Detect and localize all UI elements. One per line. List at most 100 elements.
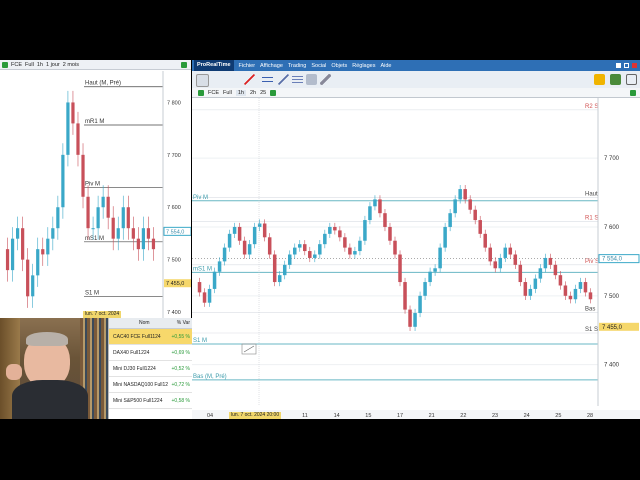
menu-item-1[interactable]: Affichage <box>260 63 283 69</box>
date-tick-label: 23 <box>492 413 498 419</box>
left-candle-body <box>141 228 146 250</box>
ruler-icon[interactable] <box>306 74 317 85</box>
eraser-icon[interactable] <box>320 74 331 85</box>
price-tick-label: 7 400 <box>604 363 620 369</box>
watchlist-row[interactable]: DAX40 Full1224 +0,69 % <box>109 345 192 361</box>
main-candlestick-chart[interactable]: R2 S Haut Piv M R1 S Piv S mS1 M Bas S1 S S1 M Ba… <box>192 98 640 419</box>
candle-body <box>553 264 558 276</box>
menu-item-3[interactable]: Social <box>311 63 326 69</box>
refresh-icon[interactable] <box>630 89 636 96</box>
left-candle-body <box>91 228 95 230</box>
candle-body <box>453 199 457 214</box>
chart-timeframe-2[interactable]: 2h <box>250 90 256 96</box>
left-candle-body <box>36 249 40 276</box>
left-candle-body <box>10 238 15 271</box>
watchlist-row[interactable]: Mini S&P500 Full1224 +0,58 % <box>109 393 192 409</box>
minimize-icon[interactable] <box>616 63 621 68</box>
menu-item-6[interactable]: Aide <box>380 63 391 69</box>
close-icon[interactable] <box>632 63 637 68</box>
level-label: Bas <box>585 306 595 312</box>
left-mode[interactable]: Full <box>25 62 34 68</box>
candle-body <box>583 282 588 293</box>
candle-body <box>252 226 257 245</box>
alert-icon[interactable] <box>594 74 605 85</box>
main-cursor-date: lun. 7 oct. 2024 20:00 <box>229 412 282 419</box>
candle-body <box>473 209 477 221</box>
level-label: Piv M <box>193 195 208 201</box>
candle-body <box>568 295 573 300</box>
candle-body <box>498 257 503 269</box>
chart-units[interactable]: 25 <box>260 90 266 96</box>
refresh-icon[interactable] <box>181 61 187 68</box>
watchlist-row-change: +0,52 % <box>171 365 191 372</box>
candle-body <box>483 233 487 248</box>
candle-body <box>267 237 272 255</box>
left-period[interactable]: 1 jour <box>46 62 60 68</box>
candle-body <box>578 282 583 289</box>
watchlist-row-name: DAX40 Full1224 <box>113 349 150 356</box>
zoom-icon[interactable] <box>226 74 237 85</box>
menu-item-2[interactable]: Trading <box>288 63 306 69</box>
watchlist-col-name[interactable]: Nom <box>109 320 177 326</box>
candle-body <box>353 251 357 255</box>
menu-item-5[interactable]: Réglages <box>352 63 375 69</box>
menu-item-0[interactable]: Fichier <box>239 63 256 69</box>
date-tick-label: 22 <box>460 413 466 419</box>
watchlist-row[interactable]: CAC40 FCE Full1124 +0,55 % <box>109 329 192 345</box>
watchlist-row[interactable]: Mini NASDAQ100 Full12 +0,72 % <box>109 377 192 393</box>
left-chart-background <box>0 71 191 343</box>
app-brand: ProRealTime <box>194 60 234 71</box>
indicator-icon[interactable] <box>270 89 277 96</box>
fibonacci-icon[interactable] <box>262 74 273 85</box>
chart-timeframe-1[interactable]: 1h <box>235 89 246 96</box>
candle-body <box>408 309 412 327</box>
price-tick-label: 7 600 <box>604 225 620 231</box>
trendline-icon[interactable] <box>244 74 255 85</box>
chart-mode[interactable]: Full <box>223 90 232 96</box>
candle-body <box>573 288 578 300</box>
layout-icon[interactable] <box>626 74 637 85</box>
candle-body <box>318 244 322 255</box>
cursor-icon[interactable] <box>196 74 209 87</box>
left-candle-body <box>71 102 75 124</box>
candle-body <box>338 230 342 238</box>
date-tick-label: 14 <box>334 413 340 419</box>
left-timeframe[interactable]: 1h <box>37 62 43 68</box>
candle-body <box>478 220 482 234</box>
left-level-label: Haut (M, Pré) <box>85 81 121 87</box>
left-candle-body <box>151 238 156 250</box>
price-tick-label: 7 500 <box>604 294 620 300</box>
candle-body <box>247 244 252 255</box>
candle-body <box>348 247 352 255</box>
left-candlestick-chart[interactable]: Haut (M, Pré)mR1 MPiv MmS1 MS1 MBas (M, … <box>0 71 191 343</box>
candle-body <box>202 292 207 303</box>
left-candle-body <box>5 249 10 271</box>
crosshair-icon[interactable] <box>210 74 221 85</box>
status-icon <box>198 89 204 96</box>
candle-body <box>308 251 312 258</box>
level-label: S1 M <box>193 338 207 344</box>
left-level-label: mR1 M <box>85 119 104 125</box>
chart-instrument[interactable]: FCE <box>208 90 219 96</box>
status-icon <box>2 61 8 68</box>
left-level-label: S1 M <box>85 290 99 296</box>
left-range[interactable]: 2 mois <box>63 62 79 68</box>
candle-body <box>523 282 528 296</box>
left-secondary-price-label: 7 455,0 <box>166 281 184 287</box>
screen-icon[interactable] <box>610 74 621 85</box>
watchlist-row[interactable]: Mini DJ30 Full1224 +0,52 % <box>109 361 192 377</box>
channel-icon[interactable] <box>292 74 303 85</box>
chart-toolbar: FCE Full 1h 2h 25 <box>192 88 640 98</box>
candle-body <box>418 295 422 314</box>
candle-body <box>503 247 508 258</box>
menu-item-4[interactable]: Objets <box>331 63 347 69</box>
candle-body <box>328 226 332 234</box>
candle-body <box>272 254 277 283</box>
maximize-icon[interactable] <box>624 63 629 68</box>
candle-body <box>242 240 247 255</box>
watchlist-col-var[interactable]: % Var <box>177 320 192 326</box>
candle-body <box>423 282 427 296</box>
level-label: mS1 M <box>193 266 212 272</box>
line-icon[interactable] <box>278 74 289 85</box>
left-instrument[interactable]: FCE <box>11 62 22 68</box>
